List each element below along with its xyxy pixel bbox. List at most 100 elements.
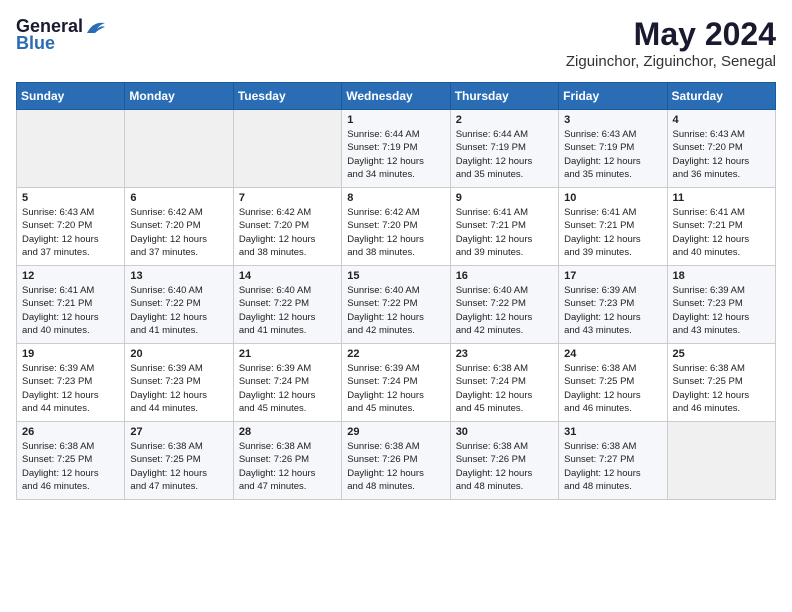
calendar-cell: 3 Sunrise: 6:43 AM Sunset: 7:19 PM Daylig… <box>559 110 667 188</box>
calendar-cell <box>667 422 775 500</box>
calendar-cell: 6 Sunrise: 6:42 AM Sunset: 7:20 PM Daylig… <box>125 188 233 266</box>
calendar-cell <box>233 110 341 188</box>
day-number: 8 <box>347 192 444 204</box>
cell-daylight-info: Sunrise: 6:38 AM Sunset: 7:27 PM Dayligh… <box>564 440 661 493</box>
calendar-cell: 24 Sunrise: 6:38 AM Sunset: 7:25 PM Dayli… <box>559 344 667 422</box>
calendar-cell: 27Sunrise: 6:38 AM Sunset: 7:25 PM Dayli… <box>125 422 233 500</box>
day-number: 21 <box>239 348 336 360</box>
cell-daylight-info: Sunrise: 6:38 AM Sunset: 7:25 PM Dayligh… <box>673 362 770 415</box>
calendar-cell: 20Sunrise: 6:39 AM Sunset: 7:23 PM Dayli… <box>125 344 233 422</box>
cell-daylight-info: Sunrise: 6:42 AM Sunset: 7:20 PM Dayligh… <box>130 206 227 259</box>
calendar-cell: 30 Sunrise: 6:38 AM Sunset: 7:26 PM Dayli… <box>450 422 558 500</box>
calendar-cell: 29Sunrise: 6:38 AM Sunset: 7:26 PM Dayli… <box>342 422 450 500</box>
title-area: May 2024 Ziguinchor, Ziguinchor, Senegal <box>566 16 776 70</box>
calendar-body: 1 Sunrise: 6:44 AM Sunset: 7:19 PM Daylig… <box>17 110 776 500</box>
calendar-cell: 10 Sunrise: 6:41 AM Sunset: 7:21 PM Dayli… <box>559 188 667 266</box>
day-number: 18 <box>673 270 770 282</box>
calendar-cell: 2 Sunrise: 6:44 AM Sunset: 7:19 PM Daylig… <box>450 110 558 188</box>
cell-daylight-info: Sunrise: 6:39 AM Sunset: 7:23 PM Dayligh… <box>673 284 770 337</box>
cell-daylight-info: Sunrise: 6:41 AM Sunset: 7:21 PM Dayligh… <box>22 284 119 337</box>
day-number: 24 <box>564 348 661 360</box>
day-number: 26 <box>22 426 119 438</box>
cell-daylight-info: Sunrise: 6:44 AM Sunset: 7:19 PM Dayligh… <box>456 128 553 181</box>
calendar-week-row: 12 Sunrise: 6:41 AM Sunset: 7:21 PM Dayli… <box>17 266 776 344</box>
calendar-cell: 31 Sunrise: 6:38 AM Sunset: 7:27 PM Dayli… <box>559 422 667 500</box>
cell-daylight-info: Sunrise: 6:39 AM Sunset: 7:23 PM Dayligh… <box>22 362 119 415</box>
day-number: 12 <box>22 270 119 282</box>
calendar-cell: 28Sunrise: 6:38 AM Sunset: 7:26 PM Dayli… <box>233 422 341 500</box>
calendar-cell <box>125 110 233 188</box>
day-number: 23 <box>456 348 553 360</box>
calendar-cell: 13 Sunrise: 6:40 AM Sunset: 7:22 PM Dayli… <box>125 266 233 344</box>
cell-daylight-info: Sunrise: 6:38 AM Sunset: 7:25 PM Dayligh… <box>564 362 661 415</box>
calendar-cell: 23 Sunrise: 6:38 AM Sunset: 7:24 PM Dayli… <box>450 344 558 422</box>
page-header: General Blue May 2024 Ziguinchor, Ziguin… <box>16 16 776 70</box>
cell-daylight-info: Sunrise: 6:41 AM Sunset: 7:21 PM Dayligh… <box>673 206 770 259</box>
day-number: 31 <box>564 426 661 438</box>
calendar-cell: 22Sunrise: 6:39 AM Sunset: 7:24 PM Dayli… <box>342 344 450 422</box>
cell-daylight-info: Sunrise: 6:39 AM Sunset: 7:23 PM Dayligh… <box>130 362 227 415</box>
calendar-cell: 19Sunrise: 6:39 AM Sunset: 7:23 PM Dayli… <box>17 344 125 422</box>
cell-daylight-info: Sunrise: 6:39 AM Sunset: 7:23 PM Dayligh… <box>564 284 661 337</box>
calendar-cell: 9 Sunrise: 6:41 AM Sunset: 7:21 PM Daylig… <box>450 188 558 266</box>
cell-daylight-info: Sunrise: 6:38 AM Sunset: 7:25 PM Dayligh… <box>22 440 119 493</box>
weekday-header: Tuesday <box>233 83 341 110</box>
calendar-week-row: 19Sunrise: 6:39 AM Sunset: 7:23 PM Dayli… <box>17 344 776 422</box>
weekday-header-row: SundayMondayTuesdayWednesdayThursdayFrid… <box>17 83 776 110</box>
day-number: 6 <box>130 192 227 204</box>
calendar-cell: 15Sunrise: 6:40 AM Sunset: 7:22 PM Dayli… <box>342 266 450 344</box>
weekday-header: Monday <box>125 83 233 110</box>
cell-daylight-info: Sunrise: 6:40 AM Sunset: 7:22 PM Dayligh… <box>130 284 227 337</box>
logo-blue-text: Blue <box>16 33 55 54</box>
calendar-subtitle: Ziguinchor, Ziguinchor, Senegal <box>566 53 776 70</box>
day-number: 5 <box>22 192 119 204</box>
logo-bird-icon <box>85 19 107 35</box>
calendar-cell: 11 Sunrise: 6:41 AM Sunset: 7:21 PM Dayli… <box>667 188 775 266</box>
logo: General Blue <box>16 16 107 54</box>
day-number: 1 <box>347 114 444 126</box>
cell-daylight-info: Sunrise: 6:43 AM Sunset: 7:20 PM Dayligh… <box>673 128 770 181</box>
calendar-week-row: 5 Sunrise: 6:43 AM Sunset: 7:20 PM Daylig… <box>17 188 776 266</box>
day-number: 22 <box>347 348 444 360</box>
cell-daylight-info: Sunrise: 6:38 AM Sunset: 7:24 PM Dayligh… <box>456 362 553 415</box>
calendar-cell: 5 Sunrise: 6:43 AM Sunset: 7:20 PM Daylig… <box>17 188 125 266</box>
calendar-cell: 14 Sunrise: 6:40 AM Sunset: 7:22 PM Dayli… <box>233 266 341 344</box>
calendar-cell: 16Sunrise: 6:40 AM Sunset: 7:22 PM Dayli… <box>450 266 558 344</box>
day-number: 4 <box>673 114 770 126</box>
day-number: 13 <box>130 270 227 282</box>
day-number: 14 <box>239 270 336 282</box>
cell-daylight-info: Sunrise: 6:40 AM Sunset: 7:22 PM Dayligh… <box>239 284 336 337</box>
cell-daylight-info: Sunrise: 6:41 AM Sunset: 7:21 PM Dayligh… <box>564 206 661 259</box>
calendar-table: SundayMondayTuesdayWednesdayThursdayFrid… <box>16 82 776 500</box>
day-number: 9 <box>456 192 553 204</box>
calendar-cell: 7 Sunrise: 6:42 AM Sunset: 7:20 PM Daylig… <box>233 188 341 266</box>
day-number: 7 <box>239 192 336 204</box>
cell-daylight-info: Sunrise: 6:39 AM Sunset: 7:24 PM Dayligh… <box>239 362 336 415</box>
cell-daylight-info: Sunrise: 6:42 AM Sunset: 7:20 PM Dayligh… <box>347 206 444 259</box>
calendar-cell <box>17 110 125 188</box>
day-number: 10 <box>564 192 661 204</box>
calendar-title: May 2024 <box>566 16 776 53</box>
cell-daylight-info: Sunrise: 6:43 AM Sunset: 7:19 PM Dayligh… <box>564 128 661 181</box>
cell-daylight-info: Sunrise: 6:40 AM Sunset: 7:22 PM Dayligh… <box>456 284 553 337</box>
cell-daylight-info: Sunrise: 6:42 AM Sunset: 7:20 PM Dayligh… <box>239 206 336 259</box>
day-number: 27 <box>130 426 227 438</box>
day-number: 30 <box>456 426 553 438</box>
cell-daylight-info: Sunrise: 6:40 AM Sunset: 7:22 PM Dayligh… <box>347 284 444 337</box>
weekday-header: Sunday <box>17 83 125 110</box>
day-number: 17 <box>564 270 661 282</box>
cell-daylight-info: Sunrise: 6:38 AM Sunset: 7:26 PM Dayligh… <box>456 440 553 493</box>
day-number: 28 <box>239 426 336 438</box>
day-number: 3 <box>564 114 661 126</box>
day-number: 2 <box>456 114 553 126</box>
calendar-cell: 4 Sunrise: 6:43 AM Sunset: 7:20 PM Daylig… <box>667 110 775 188</box>
weekday-header: Saturday <box>667 83 775 110</box>
cell-daylight-info: Sunrise: 6:41 AM Sunset: 7:21 PM Dayligh… <box>456 206 553 259</box>
day-number: 11 <box>673 192 770 204</box>
calendar-cell: 21 Sunrise: 6:39 AM Sunset: 7:24 PM Dayli… <box>233 344 341 422</box>
day-number: 25 <box>673 348 770 360</box>
calendar-cell: 25 Sunrise: 6:38 AM Sunset: 7:25 PM Dayli… <box>667 344 775 422</box>
cell-daylight-info: Sunrise: 6:43 AM Sunset: 7:20 PM Dayligh… <box>22 206 119 259</box>
calendar-cell: 12 Sunrise: 6:41 AM Sunset: 7:21 PM Dayli… <box>17 266 125 344</box>
weekday-header: Thursday <box>450 83 558 110</box>
